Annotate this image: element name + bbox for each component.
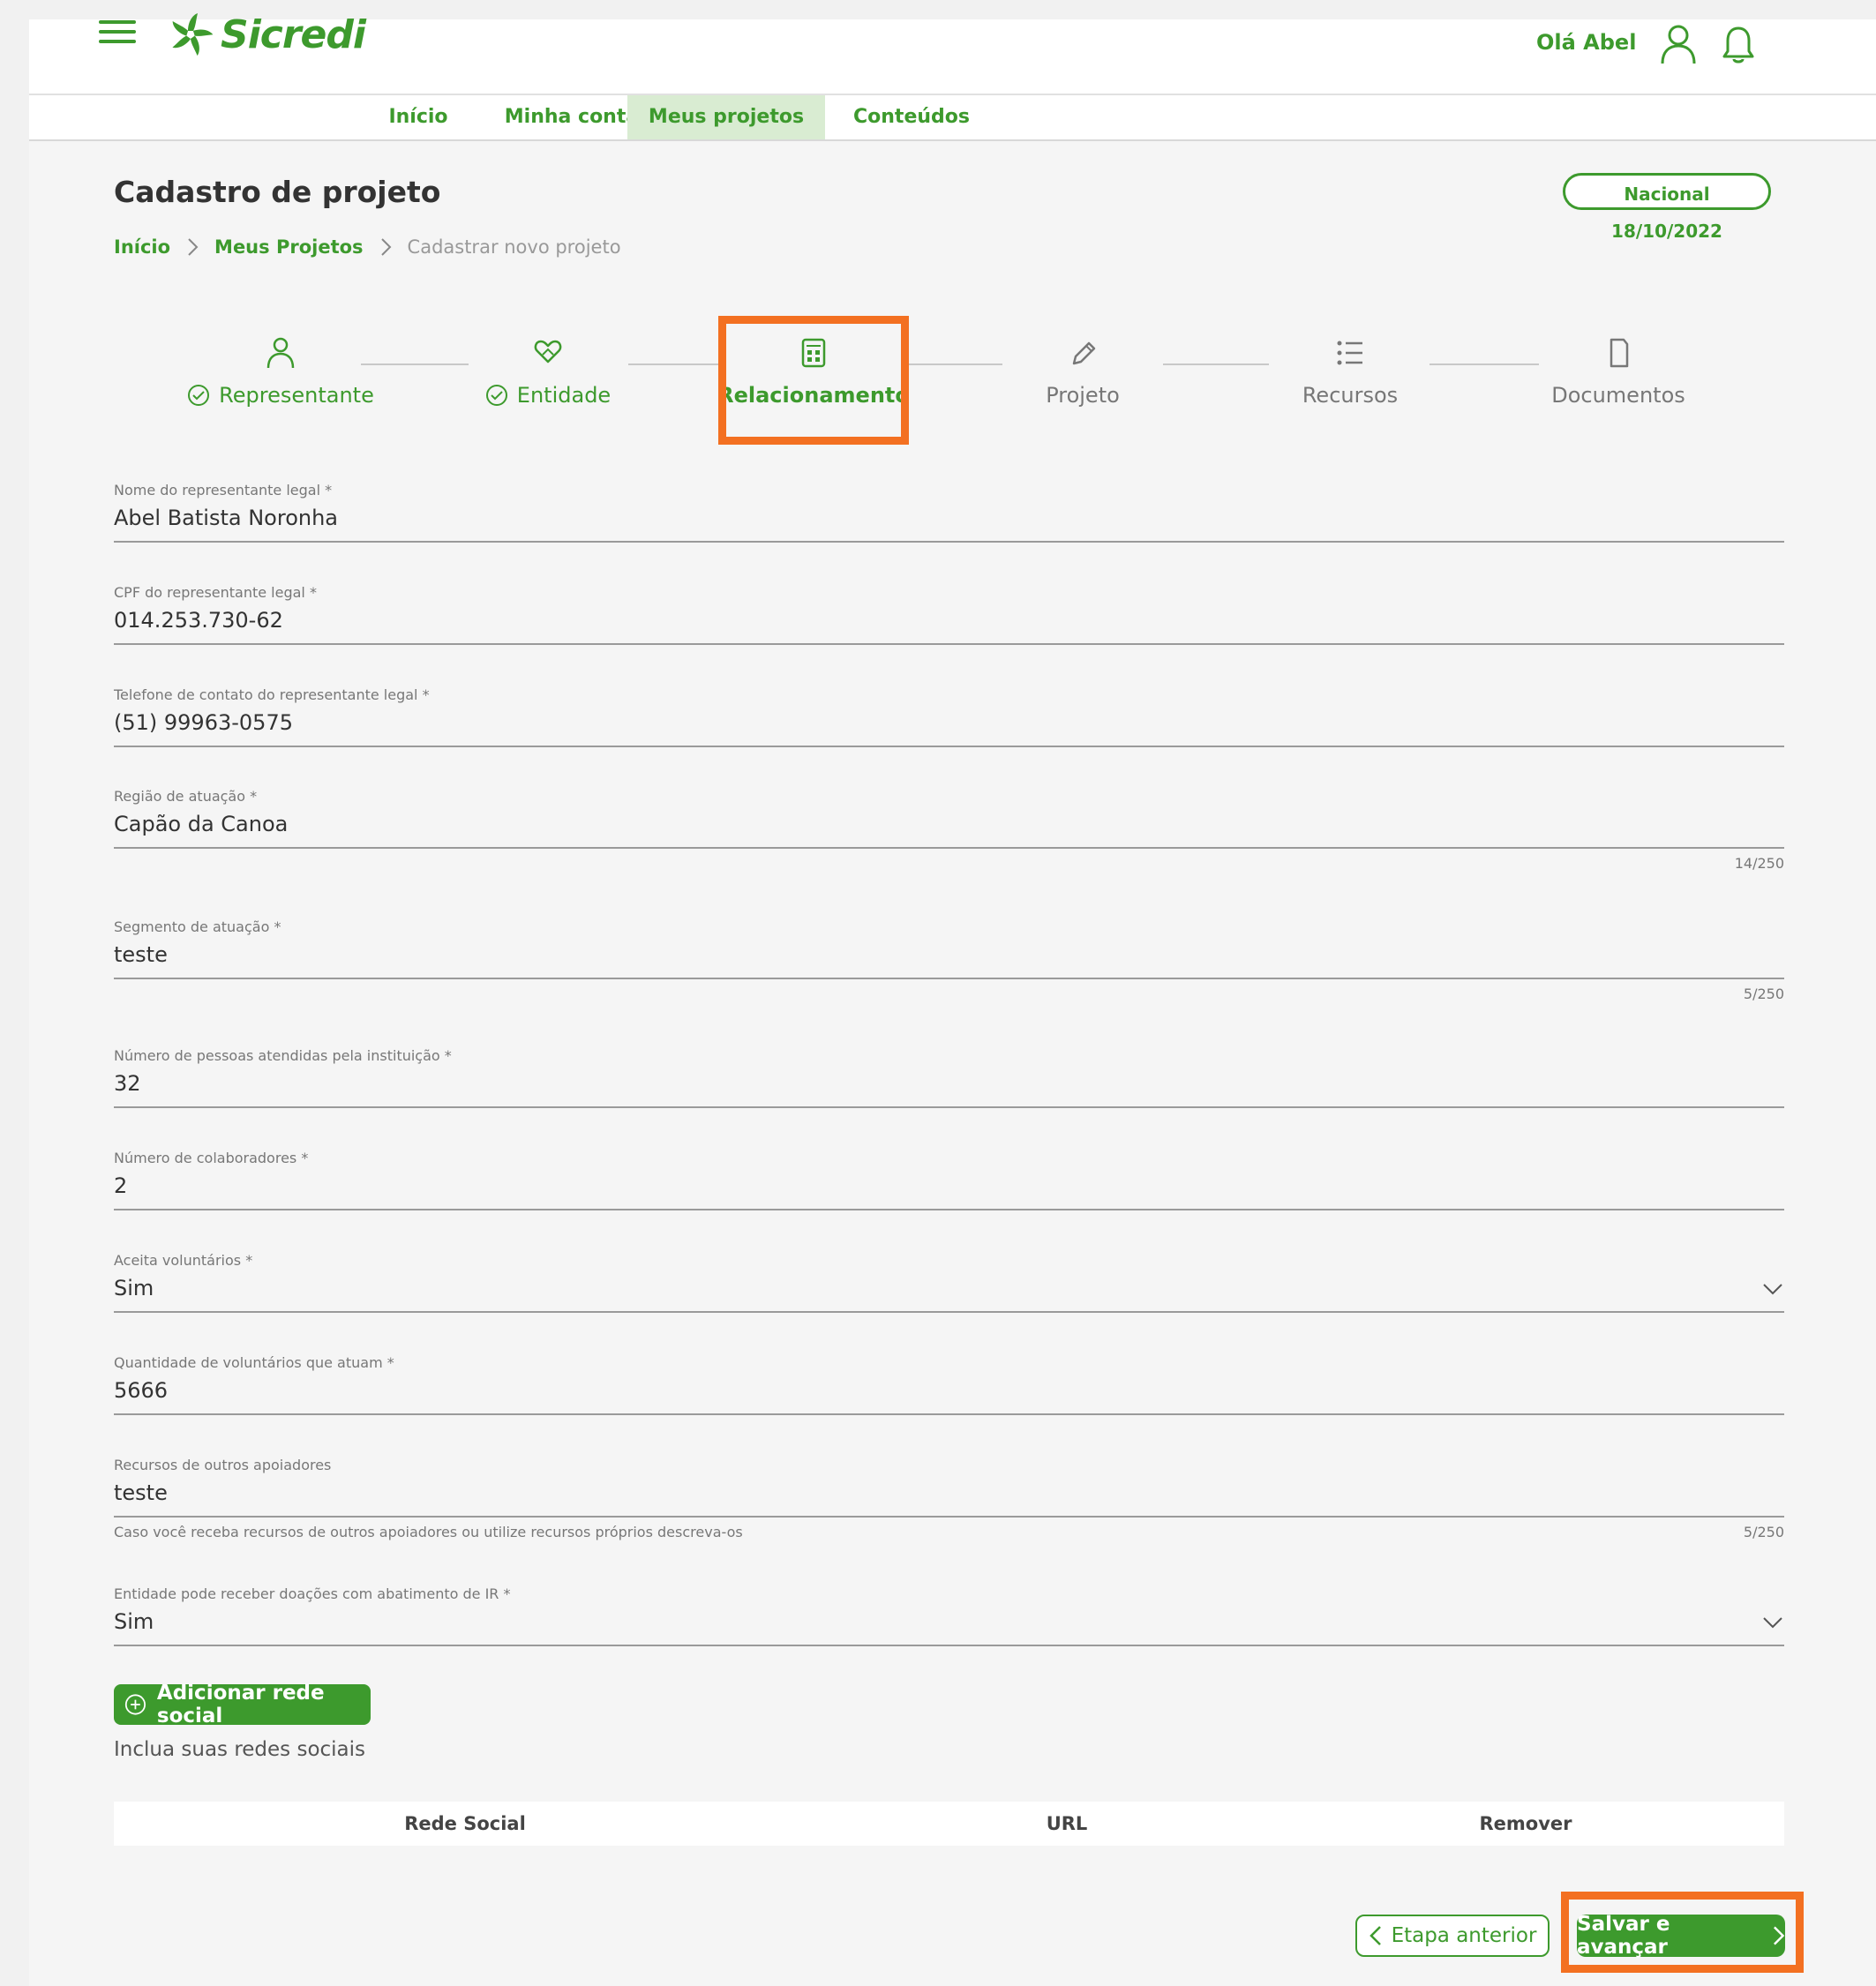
field-label: Segmento de atuação * xyxy=(114,918,281,935)
char-counter: 14/250 xyxy=(1734,855,1784,872)
edition-badge: Nacional 18/10/2022 xyxy=(1563,173,1771,242)
field-pessoas-atendidas: Número de pessoas atendidas pela institu… xyxy=(114,1047,1784,1108)
breadcrumb-meus-projetos[interactable]: Meus Projetos xyxy=(214,236,363,258)
doacoes-ir-select[interactable]: Sim xyxy=(114,1609,1784,1646)
social-hint: Inclua suas redes sociais xyxy=(114,1738,366,1761)
add-social-label: Adicionar rede social xyxy=(156,1682,325,1727)
save-and-advance-button[interactable]: Salvar e avançar xyxy=(1577,1913,1785,1959)
field-label: Recursos de outros apoiadores xyxy=(114,1457,332,1473)
add-social-button[interactable]: Adicionar rede social xyxy=(114,1682,371,1727)
social-table-header: Rede Social URL Remover xyxy=(114,1802,1784,1846)
tab-meus-projetos[interactable]: Meus projetos xyxy=(627,95,825,139)
chevron-left-icon xyxy=(1369,1926,1381,1945)
column-header-remover: Remover xyxy=(1479,1813,1572,1834)
pessoas-atendidas-input[interactable] xyxy=(114,1071,1784,1096)
person-icon xyxy=(266,337,295,369)
step-projeto[interactable]: Projeto xyxy=(950,335,1215,408)
field-segmento: Segmento de atuação * 5/250 xyxy=(114,918,1784,1002)
step-entidade[interactable]: Entidade xyxy=(416,335,680,410)
document-icon xyxy=(1610,338,1629,368)
field-nome-representante: Nome do representante legal * xyxy=(114,482,1784,543)
check-circle-icon xyxy=(485,385,507,406)
telefone-input[interactable] xyxy=(114,710,1784,735)
segmento-input[interactable] xyxy=(114,942,1784,967)
field-label: Número de pessoas atendidas pela institu… xyxy=(114,1047,452,1064)
chevron-right-icon xyxy=(380,238,391,256)
field-aceita-voluntarios: Aceita voluntários * Sim xyxy=(114,1252,1784,1313)
page-title: Cadastro de projeto xyxy=(114,175,441,209)
chevron-right-icon xyxy=(1773,1926,1784,1945)
step-documentos[interactable]: Documentos xyxy=(1486,335,1751,408)
step-representante[interactable]: Representante xyxy=(148,335,413,410)
list-icon xyxy=(1337,341,1362,365)
calculator-icon xyxy=(801,338,826,368)
step-label-recursos: Recursos xyxy=(1302,383,1399,408)
field-label: CPF do representante legal * xyxy=(114,584,317,601)
breadcrumb: Início Meus Projetos Cadastrar novo proj… xyxy=(114,236,621,258)
step-label-projeto: Projeto xyxy=(1046,383,1120,408)
field-qtd-voluntarios: Quantidade de voluntários que atuam * xyxy=(114,1354,1784,1415)
pencil-icon xyxy=(1072,341,1096,365)
bell-icon[interactable] xyxy=(1721,25,1756,65)
previous-step-label: Etapa anterior xyxy=(1391,1924,1537,1947)
sicredi-logo[interactable]: Sicredi xyxy=(168,4,366,65)
qtd-voluntarios-input[interactable] xyxy=(114,1378,1784,1403)
sicredi-logo-mark-icon xyxy=(172,13,214,56)
aceita-voluntarios-select[interactable]: Sim xyxy=(114,1276,1784,1313)
breadcrumb-inicio[interactable]: Início xyxy=(114,236,170,258)
tab-conteudos[interactable]: Conteúdos xyxy=(825,95,998,139)
recursos-apoiadores-input[interactable] xyxy=(114,1480,1784,1505)
save-and-advance-label: Salvar e avançar xyxy=(1577,1913,1670,1959)
field-hint: Caso você receba recursos de outros apoi… xyxy=(114,1524,743,1540)
nome-representante-input[interactable] xyxy=(114,506,1784,530)
check-circle-icon xyxy=(188,385,210,406)
main-nav: Início Minha conta Meus projetos Conteúd… xyxy=(29,95,1876,141)
field-doacoes-ir: Entidade pode receber doações com abatim… xyxy=(114,1585,1784,1646)
user-icon[interactable] xyxy=(1659,23,1698,65)
select-value: Sim xyxy=(114,1276,154,1300)
field-telefone: Telefone de contato do representante leg… xyxy=(114,686,1784,747)
colaboradores-input[interactable] xyxy=(114,1173,1784,1198)
select-value: Sim xyxy=(114,1609,154,1634)
user-greeting[interactable]: Olá Abel xyxy=(1536,30,1636,55)
field-recursos-apoiadores: Recursos de outros apoiadores Caso você … xyxy=(114,1457,1784,1540)
step-label-documentos: Documentos xyxy=(1551,383,1685,408)
plus-circle-icon xyxy=(124,1694,146,1715)
heart-hand-icon xyxy=(534,340,562,363)
field-regiao: Região de atuação * 14/250 xyxy=(114,788,1784,872)
field-label: Telefone de contato do representante leg… xyxy=(114,686,430,703)
field-label: Aceita voluntários * xyxy=(114,1252,253,1269)
field-label: Quantidade de voluntários que atuam * xyxy=(114,1354,394,1371)
field-cpf: CPF do representante legal * xyxy=(114,584,1784,645)
field-label: Nome do representante legal * xyxy=(114,482,333,498)
char-counter: 5/250 xyxy=(1743,986,1784,1002)
logo-text: Sicredi xyxy=(221,11,366,57)
menu-icon[interactable] xyxy=(99,14,136,48)
cpf-input[interactable] xyxy=(114,608,1784,633)
step-label-relacionamento: Relacionamento xyxy=(717,383,910,408)
field-label: Entidade pode receber doações com abatim… xyxy=(114,1585,511,1602)
step-indicator: Representante Entidade Relacionamento Pr… xyxy=(0,335,1876,432)
field-label: Número de colaboradores * xyxy=(114,1150,309,1166)
step-label-representante: Representante xyxy=(219,383,374,408)
column-header-url: URL xyxy=(1046,1813,1088,1834)
tab-inicio[interactable]: Início xyxy=(349,95,488,139)
step-relacionamento[interactable]: Relacionamento xyxy=(681,335,946,408)
chevron-down-icon[interactable] xyxy=(1761,1611,1784,1634)
chevron-down-icon[interactable] xyxy=(1761,1278,1784,1300)
breadcrumb-current: Cadastrar novo projeto xyxy=(407,236,621,258)
chevron-right-icon xyxy=(188,238,199,256)
previous-step-button[interactable]: Etapa anterior xyxy=(1355,1915,1550,1957)
step-recursos[interactable]: Recursos xyxy=(1218,335,1482,408)
column-header-rede-social: Rede Social xyxy=(404,1813,526,1834)
char-counter: 5/250 xyxy=(1743,1524,1784,1540)
field-colaboradores: Número de colaboradores * xyxy=(114,1150,1784,1210)
step-label-entidade: Entidade xyxy=(516,383,612,408)
field-label: Região de atuação * xyxy=(114,788,258,805)
regiao-input[interactable] xyxy=(114,812,1784,836)
